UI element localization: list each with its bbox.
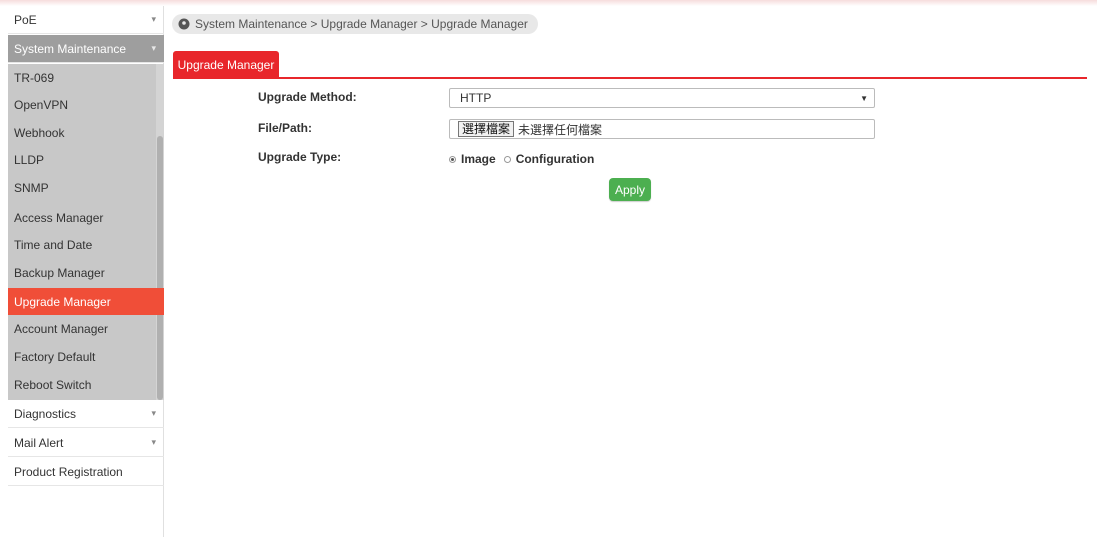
upgrade-method-value: HTTP	[460, 91, 492, 105]
chevron-down-icon: ▾	[151, 437, 156, 447]
sidebar-item-factory-default[interactable]: Factory Default	[8, 343, 156, 370]
sidebar-item-label: LLDP	[14, 152, 45, 167]
sidebar-item-access-manager[interactable]: Access Manager	[8, 204, 156, 231]
chevron-down-icon: ▾	[151, 43, 156, 53]
sidebar-item-time-and-date[interactable]: Time and Date	[8, 231, 156, 258]
radio-image[interactable]	[449, 155, 456, 163]
radio-image-label: Image	[461, 152, 496, 166]
sidebar-item-diagnostics[interactable]: Diagnostics ▾	[8, 400, 164, 428]
sidebar-item-reboot-switch[interactable]: Reboot Switch	[8, 371, 156, 398]
sidebar-item-tr069[interactable]: TR-069	[8, 64, 156, 91]
sidebar: PoE ▾ System Maintenance ▾ TR-069 OpenVP…	[8, 6, 164, 537]
dropdown-arrow-icon: ▼	[860, 94, 868, 103]
sidebar-item-product-registration[interactable]: Product Registration	[8, 458, 164, 486]
upgrade-type-label: Upgrade Type:	[258, 150, 342, 164]
tab-label: Upgrade Manager	[177, 57, 275, 72]
sidebar-item-label: Upgrade Manager	[14, 294, 111, 309]
sidebar-item-upgrade-manager[interactable]: Upgrade Manager	[8, 288, 164, 315]
location-pin-icon	[178, 18, 190, 30]
sidebar-item-backup-manager[interactable]: Backup Manager	[8, 259, 156, 286]
sidebar-item-label: Reboot Switch	[14, 377, 92, 392]
sidebar-item-label: PoE	[14, 12, 37, 27]
choose-file-button[interactable]: 選擇檔案	[458, 121, 515, 137]
sidebar-item-lldp[interactable]: LLDP	[8, 146, 156, 173]
radio-configuration[interactable]	[503, 155, 511, 163]
upgrade-method-select[interactable]: HTTP ▼	[449, 88, 875, 108]
upgrade-method-label: Upgrade Method:	[258, 90, 357, 104]
sidebar-item-label: Diagnostics	[14, 406, 77, 421]
file-path-input: 選擇檔案 未選擇任何檔案	[449, 119, 875, 139]
sidebar-item-label: Webhook	[14, 125, 65, 140]
file-path-label: File/Path:	[258, 121, 313, 135]
sidebar-item-openvpn[interactable]: OpenVPN	[8, 91, 156, 118]
breadcrumb: System Maintenance > Upgrade Manager > U…	[172, 14, 538, 34]
upgrade-type-radio-group: Image Configuration	[449, 152, 594, 166]
sidebar-item-label: Account Manager	[14, 321, 109, 336]
sidebar-item-system-maintenance[interactable]: System Maintenance ▾	[8, 35, 164, 63]
chevron-down-icon: ▾	[151, 14, 156, 24]
radio-configuration-label: Configuration	[515, 152, 595, 166]
sidebar-item-webhook[interactable]: Webhook	[8, 119, 156, 146]
chevron-down-icon: ▾	[151, 408, 156, 418]
apply-button-label: Apply	[614, 182, 646, 197]
file-status-text: 未選擇任何檔案	[518, 122, 603, 137]
sidebar-item-snmp[interactable]: SNMP	[8, 174, 156, 201]
sidebar-item-account-manager[interactable]: Account Manager	[8, 315, 156, 342]
sidebar-item-label: Access Manager	[14, 210, 104, 225]
sidebar-item-label: System Maintenance	[14, 41, 127, 56]
sidebar-item-label: Factory Default	[14, 349, 96, 364]
sidebar-item-label: Mail Alert	[14, 435, 64, 450]
sidebar-item-label: SNMP	[14, 180, 49, 195]
apply-button[interactable]: Apply	[609, 178, 651, 201]
sidebar-item-label: Time and Date	[14, 237, 93, 252]
breadcrumb-text: System Maintenance > Upgrade Manager > U…	[195, 17, 528, 31]
sidebar-item-label: Backup Manager	[14, 265, 105, 280]
sidebar-item-label: TR-069	[14, 70, 55, 85]
tab-upgrade-manager[interactable]: Upgrade Manager	[173, 51, 279, 78]
sidebar-item-poe[interactable]: PoE ▾	[8, 6, 164, 34]
sidebar-item-label: OpenVPN	[14, 97, 69, 112]
sidebar-item-mail-alert[interactable]: Mail Alert ▾	[8, 429, 164, 457]
sidebar-scrollbar-thumb[interactable]	[157, 136, 163, 400]
tab-underline	[173, 77, 1087, 79]
sidebar-item-label: Product Registration	[14, 464, 123, 479]
top-accent-strip	[0, 0, 1097, 6]
